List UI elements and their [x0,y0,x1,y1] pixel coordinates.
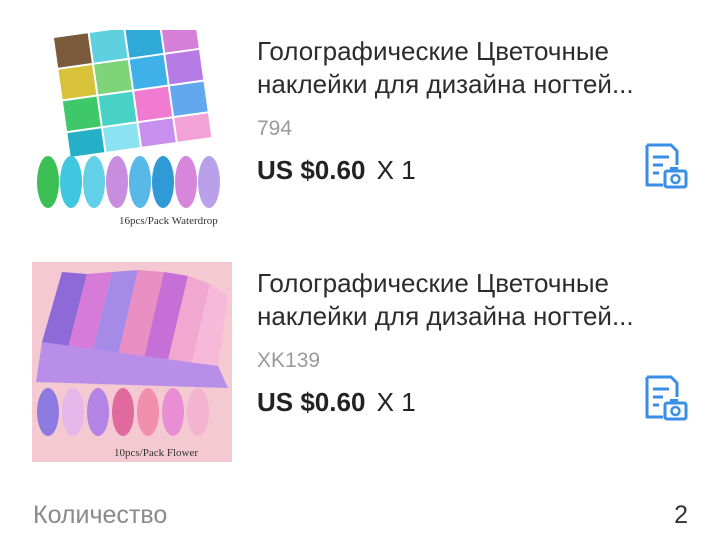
order-item[interactable]: 16pcs/Pack Waterdrop Голографические Цве… [0,30,720,232]
quantity-summary: Количество 2 [0,495,720,535]
order-item[interactable]: 10pcs/Pack Flower Голографические Цветоч… [0,262,720,464]
photo-review-button[interactable] [639,141,689,191]
price-row: US $0.60 X 1 [257,155,416,185]
product-quantity: X 1 [376,155,416,185]
product-image[interactable]: 10pcs/Pack Flower [32,262,232,462]
product-sku: XK139 [257,349,321,372]
product-price: US $0.60 [257,387,366,417]
photo-review-icon [645,375,688,421]
product-quantity: X 1 [376,387,416,417]
price-row: US $0.60 X 1 [257,387,416,417]
product-title[interactable]: Голографические Цветочные наклейки для д… [257,267,672,333]
product-title[interactable]: Голографические Цветочные наклейки для д… [257,35,672,101]
photo-review-button[interactable] [639,373,689,423]
image-caption: 10pcs/Pack Flower [114,447,198,459]
product-sku: 794 [257,117,293,140]
quantity-label: Количество [33,501,168,529]
image-caption: 16pcs/Pack Waterdrop [119,215,218,227]
quantity-value: 2 [674,501,688,529]
product-price: US $0.60 [257,155,366,185]
photo-review-icon [645,143,688,189]
product-image[interactable]: 16pcs/Pack Waterdrop [32,30,232,230]
